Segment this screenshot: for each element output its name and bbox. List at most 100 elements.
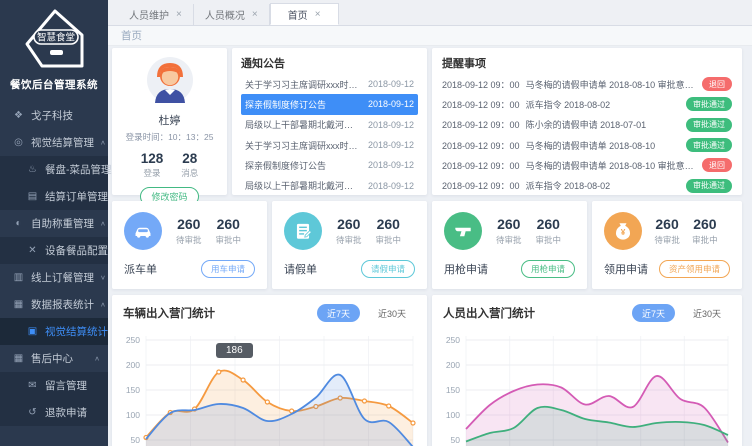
svg-text:150: 150 — [126, 385, 140, 395]
reminder-item[interactable]: 2018-09-12 09：00派车指令 2018-08-02审批通过 — [442, 94, 732, 114]
stat-card-title: 派车单 — [124, 261, 157, 277]
self-weighing-icon: ◐ — [12, 218, 25, 229]
reminder-time: 2018-09-12 09：00 — [442, 78, 520, 91]
notice-item[interactable]: 局级以上干部暑期北戴河度假通知2018-09-12 — [241, 115, 418, 135]
settlement-order-icon: ▤ — [26, 191, 39, 202]
chevron-down-icon: ∨ — [100, 274, 106, 281]
svg-text:100: 100 — [446, 410, 460, 420]
notice-item[interactable]: 探亲假制度修订公告2018-09-12 — [241, 94, 418, 114]
sidebar-item-9[interactable]: ▦售后中心∧ — [0, 345, 108, 372]
stat-value: 260 — [535, 216, 561, 232]
reminder-item[interactable]: 2018-09-12 09：00陈小余的请假申请 2018-07-01审批通过 — [442, 115, 732, 135]
stat-value: 260 — [375, 216, 401, 232]
reminder-time: 2018-09-12 09：00 — [442, 98, 520, 111]
chart-card-0: 车辆出入营门统计近7天近30天25020015010050186 — [112, 295, 427, 446]
chart-card-1: 人员出入营门统计近7天近30天25020015010050 — [432, 295, 742, 446]
status-badge: 退回 — [702, 77, 732, 91]
sidebar-item-label: 结算订单管理 — [45, 189, 108, 204]
close-icon[interactable]: × — [315, 9, 321, 20]
data-report-icon: ▦ — [12, 299, 25, 310]
stat-label: 待审批 — [654, 234, 680, 246]
close-icon[interactable]: × — [252, 9, 258, 20]
notice-text: 局级以上干部暑期北戴河度假通知 — [245, 179, 362, 192]
status-badge: 退回 — [702, 158, 732, 172]
reminder-panel: 提醒事项 2018-09-12 09：00马冬梅的请假申请单 2018-08-1… — [432, 48, 742, 195]
stat-card-title: 请假单 — [284, 261, 317, 277]
status-badge: 审批通过 — [686, 179, 732, 193]
stat-card-领用申请: ¥260待审批260审批中领用申请资产领用申请 — [592, 201, 742, 289]
range-toggle: 近7天近30天 — [317, 304, 416, 322]
sidebar-item-11[interactable]: ↺退款申请 — [0, 399, 108, 426]
sidebar-item-6[interactable]: ▥线上订餐管理∨ — [0, 264, 108, 291]
stat-label: 审批中 — [375, 234, 401, 246]
sidebar-item-5[interactable]: ✕设备餐品配置 — [0, 237, 108, 264]
svg-text:¥: ¥ — [621, 228, 626, 237]
chart-title: 人员出入营门统计 — [443, 305, 535, 321]
notice-item[interactable]: 关于学习习主席调研xxx时发表的重要讲话... 2018-09-12 — [241, 74, 418, 94]
tab-人员概况[interactable]: 人员概况× — [194, 4, 270, 25]
vision-settlement-icon: ◎ — [12, 137, 25, 148]
sidebar-item-label: 自助称重管理 — [31, 216, 94, 231]
range-pill-7d[interactable]: 近7天 — [317, 304, 360, 322]
reminder-item[interactable]: 2018-09-12 09：00 马冬梅的请假申请单 2018-08-10 审批意… — [442, 155, 732, 175]
message-count-label: 消息 — [181, 167, 198, 179]
sidebar-item-8[interactable]: ▣ 视觉结算统计 — [0, 318, 108, 345]
content: 杜婷 登录时间：10：13：25 128 登录 28 消息 修改密码 通知公告 — [108, 46, 752, 446]
notice-item[interactable]: 局级以上干部暑期北戴河度假通知2018-09-12 — [241, 175, 418, 195]
sidebar-item-label: 线上订餐管理 — [31, 270, 94, 285]
close-icon[interactable]: × — [176, 9, 182, 20]
stat-card-title: 用枪申请 — [444, 261, 488, 277]
range-pill-30d[interactable]: 近30天 — [683, 304, 731, 322]
range-pill-30d[interactable]: 近30天 — [368, 304, 416, 322]
reminder-time: 2018-09-12 09：00 — [442, 179, 520, 192]
sidebar-item-label: 售后中心 — [31, 351, 73, 366]
reminder-text: 马冬梅的请假申请单 2018-08-10 审批意见：时间不符... — [526, 78, 696, 91]
main-area: 人员维护×人员概况×首页× 首页 杜婷 登录时间：10：13：25 — [108, 0, 752, 446]
sidebar-item-1[interactable]: ◎视觉结算管理∧ — [0, 129, 108, 156]
sidebar-item-label: 餐盘-菜品管理 — [45, 162, 112, 177]
reminder-time: 2018-09-12 09：00 — [442, 159, 520, 172]
sidebar-item-0[interactable]: ❖戈子科技 — [0, 102, 108, 129]
svg-text:150: 150 — [446, 385, 460, 395]
reminder-item[interactable]: 2018-09-12 09：00派车指令 2018-08-02审批通过 — [442, 175, 732, 195]
notice-date: 2018-09-12 — [368, 99, 414, 109]
sidebar-item-7[interactable]: ▦数据报表统计∧ — [0, 291, 108, 318]
stat-apply-button[interactable]: 资产领用申请 — [659, 260, 730, 278]
stat-apply-button[interactable]: 用枪申请 — [521, 260, 575, 278]
notice-text: 关于学习习主席调研xxx时发表的重要讲话... — [245, 78, 362, 91]
notice-text: 探亲假制度修订公告 — [245, 159, 362, 172]
reminder-text: 马冬梅的请假申请单 2018-08-10 审批意见：时间不符... — [526, 159, 696, 172]
profile-counts: 128 登录 28 消息 — [112, 151, 227, 179]
logo-subtitle: 餐饮后台管理系统 — [0, 77, 108, 92]
notice-date: 2018-09-12 — [368, 79, 414, 89]
chart-tooltip: 186 — [216, 343, 253, 358]
stat-apply-button[interactable]: 用车申请 — [201, 260, 255, 278]
stat-apply-button[interactable]: 请假申请 — [361, 260, 415, 278]
tab-首页[interactable]: 首页× — [270, 3, 339, 25]
stat-card-title: 领用申请 — [604, 261, 648, 277]
notice-date: 2018-09-12 — [368, 160, 414, 170]
stat-value: 260 — [496, 216, 522, 232]
notice-item[interactable]: 关于学习习主席调研xxx时发表的重要讲话...2018-09-12 — [241, 135, 418, 155]
logo-title: 智慧食堂 — [37, 32, 75, 44]
status-badge: 审批通过 — [686, 138, 732, 152]
notice-item[interactable]: 探亲假制度修订公告 2018-09-12 — [241, 155, 418, 175]
stat-card-用枪申请: 260待审批260审批中用枪申请用枪申请 — [432, 201, 587, 289]
range-toggle: 近7天近30天 — [632, 304, 731, 322]
range-pill-7d[interactable]: 近7天 — [632, 304, 675, 322]
sidebar-item-4[interactable]: ◐自助称重管理∧ — [0, 210, 108, 237]
sidebar-item-3[interactable]: ▤ 结算订单管理 — [0, 183, 108, 210]
sidebar-item-10[interactable]: ✉留言管理 — [0, 372, 108, 399]
status-badge: 审批通过 — [686, 97, 732, 111]
reminder-item[interactable]: 2018-09-12 09：00 马冬梅的请假申请单 2018-08-10 审批意… — [442, 74, 732, 94]
tab-人员维护[interactable]: 人员维护× — [118, 4, 194, 25]
notice-panel-title: 通知公告 — [241, 55, 418, 71]
stat-label: 审批中 — [535, 234, 561, 246]
vision-stats-icon: ▣ — [26, 326, 39, 337]
logo: 智慧食堂 餐饮后台管理系统 — [0, 0, 108, 92]
login-count: 128 — [141, 151, 164, 166]
sidebar-item-label: 视觉结算统计 — [45, 324, 108, 339]
stat-label: 待审批 — [336, 234, 362, 246]
sidebar-item-2[interactable]: ♨餐盘-菜品管理 — [0, 156, 108, 183]
reminder-item[interactable]: 2018-09-12 09：00马冬梅的请假申请单 2018-08-10审批通过 — [442, 135, 732, 155]
